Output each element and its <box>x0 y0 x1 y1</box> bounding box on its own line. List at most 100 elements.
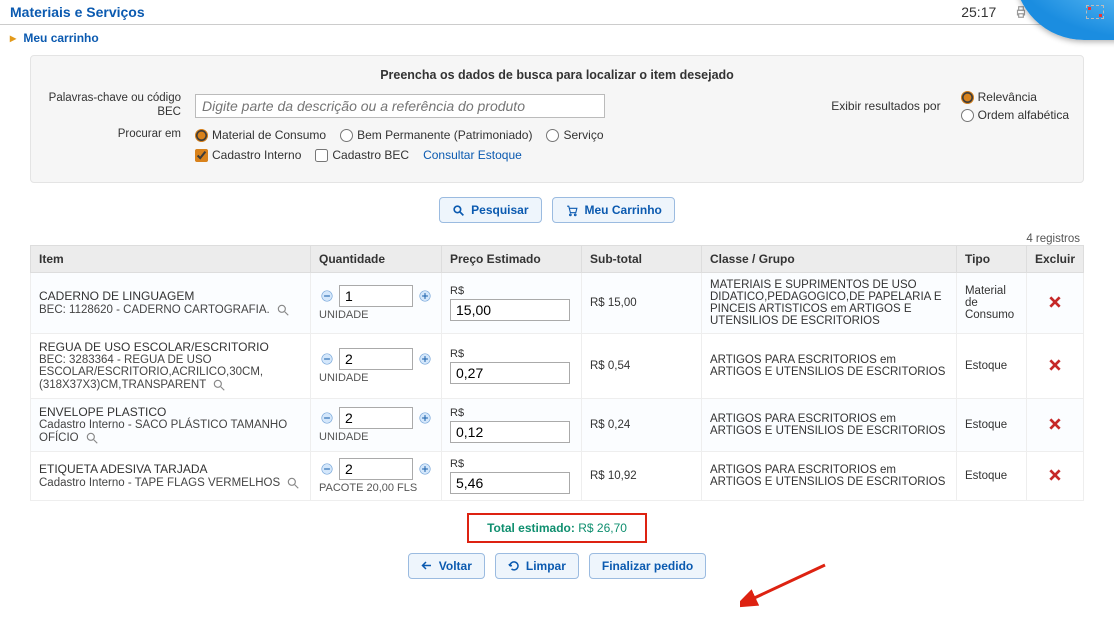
table-row: ETIQUETA ADESIVA TARJADA Cadastro Intern… <box>31 452 1084 501</box>
price-currency: R$ <box>450 407 573 419</box>
cell-qty: UNIDADE <box>311 334 442 399</box>
qty-input[interactable] <box>339 458 413 480</box>
qty-plus-button[interactable] <box>417 461 433 477</box>
link-consultar-estoque[interactable]: Consultar Estoque <box>423 148 522 162</box>
item-name: REGUA DE USO ESCOLAR/ESCRITORIO <box>39 340 302 354</box>
price-currency: R$ <box>450 348 573 360</box>
search-icon <box>452 204 465 217</box>
price-input[interactable] <box>450 421 570 443</box>
refresh-icon <box>508 560 520 572</box>
th-qtd: Quantidade <box>311 246 442 273</box>
delete-button[interactable] <box>1026 452 1083 501</box>
topbar: Materiais e Serviços 25:17 Imprimir <box>0 0 1114 25</box>
breadcrumb: ▸ Meu carrinho <box>0 25 1114 55</box>
qty-plus-button[interactable] <box>417 351 433 367</box>
price-currency: R$ <box>450 285 573 297</box>
total-label: Total estimado: <box>487 521 575 535</box>
session-timer: 25:17 <box>961 4 996 20</box>
chk-cadastro-bec[interactable]: Cadastro BEC <box>315 148 409 162</box>
price-input[interactable] <box>450 299 570 321</box>
qty-unit: UNIDADE <box>319 431 433 443</box>
price-input[interactable] <box>450 472 570 494</box>
opt-servico[interactable]: Serviço <box>546 128 603 142</box>
cell-classe: ARTIGOS PARA ESCRITORIOS em ARTIGOS E UT… <box>702 452 957 501</box>
voltar-button[interactable]: Voltar <box>408 553 485 579</box>
cell-qty: UNIDADE <box>311 273 442 334</box>
search-panel-title: Preencha os dados de busca para localiza… <box>45 64 1069 90</box>
cart-table: Item Quantidade Preço Estimado Sub-total… <box>30 245 1084 501</box>
item-sub: Cadastro Interno - TAPE FLAGS VERMELHOS <box>39 477 280 489</box>
qty-input[interactable] <box>339 407 413 429</box>
meu-carrinho-button[interactable]: Meu Carrinho <box>552 197 675 223</box>
order-relevancia[interactable]: Relevância <box>961 90 1069 104</box>
chk-cadastro-interno[interactable]: Cadastro Interno <box>195 148 301 162</box>
cell-subtotal: R$ 15,00 <box>582 273 702 334</box>
qty-input[interactable] <box>339 285 413 307</box>
qty-input[interactable] <box>339 348 413 370</box>
cart-icon <box>565 204 579 217</box>
qty-minus-button[interactable] <box>319 461 335 477</box>
search-panel: Preencha os dados de busca para localiza… <box>30 55 1084 183</box>
qty-minus-button[interactable] <box>319 288 335 304</box>
cell-subtotal: R$ 0,54 <box>582 334 702 399</box>
cell-qty: UNIDADE <box>311 399 442 452</box>
cell-tipo: Estoque <box>956 452 1026 501</box>
cell-classe: ARTIGOS PARA ESCRITORIOS em ARTIGOS E UT… <box>702 334 957 399</box>
qty-unit: PACOTE 20,00 FLS <box>319 482 433 494</box>
th-subtotal: Sub-total <box>582 246 702 273</box>
breadcrumb-arrow-icon: ▸ <box>10 31 16 45</box>
total-value: R$ 26,70 <box>578 521 627 535</box>
limpar-button[interactable]: Limpar <box>495 553 579 579</box>
opt-material-consumo[interactable]: Material de Consumo <box>195 128 326 142</box>
cell-classe: ARTIGOS PARA ESCRITORIOS em ARTIGOS E UT… <box>702 399 957 452</box>
results-order-label: Exibir resultados por <box>831 99 940 113</box>
delete-button[interactable] <box>1026 273 1083 334</box>
fullscreen-icon[interactable] <box>1086 5 1104 19</box>
delete-button[interactable] <box>1026 334 1083 399</box>
breadcrumb-label: Meu carrinho <box>23 31 98 45</box>
cell-item: CADERNO DE LINGUAGEM BEC: 1128620 - CADE… <box>31 273 311 334</box>
cell-qty: PACOTE 20,00 FLS <box>311 452 442 501</box>
magnifier-icon[interactable] <box>212 378 226 392</box>
table-row: REGUA DE USO ESCOLAR/ESCRITORIO BEC: 328… <box>31 334 1084 399</box>
pesquisar-button[interactable]: Pesquisar <box>439 197 541 223</box>
cell-price: R$ <box>442 399 582 452</box>
qty-minus-button[interactable] <box>319 351 335 367</box>
opt-bem-permanente[interactable]: Bem Permanente (Patrimoniado) <box>340 128 532 142</box>
back-arrow-icon <box>421 560 433 572</box>
cell-tipo: Material de Consumo <box>956 273 1026 334</box>
price-input[interactable] <box>450 362 570 384</box>
th-tipo: Tipo <box>956 246 1026 273</box>
delete-button[interactable] <box>1026 399 1083 452</box>
search-input[interactable] <box>195 94 605 118</box>
cell-subtotal: R$ 0,24 <box>582 399 702 452</box>
qty-unit: UNIDADE <box>319 309 433 321</box>
th-excluir: Excluir <box>1026 246 1083 273</box>
procurar-em-label: Procurar em <box>45 128 185 142</box>
item-name: ENVELOPE PLASTICO <box>39 405 302 419</box>
cell-price: R$ <box>442 273 582 334</box>
record-count: 4 registros <box>0 231 1114 245</box>
item-name: CADERNO DE LINGUAGEM <box>39 289 302 303</box>
finalizar-pedido-button[interactable]: Finalizar pedido <box>589 553 706 579</box>
page-title: Materiais e Serviços <box>10 4 961 20</box>
cell-price: R$ <box>442 452 582 501</box>
item-sub: BEC: 3283364 - REGUA DE USO ESCOLAR/ESCR… <box>39 354 263 391</box>
magnifier-icon[interactable] <box>276 303 290 317</box>
qty-minus-button[interactable] <box>319 410 335 426</box>
qty-plus-button[interactable] <box>417 288 433 304</box>
cell-item: ETIQUETA ADESIVA TARJADA Cadastro Intern… <box>31 452 311 501</box>
magnifier-icon[interactable] <box>85 431 99 445</box>
total-estimado-box: Total estimado: R$ 26,70 <box>467 513 647 543</box>
qty-unit: UNIDADE <box>319 372 433 384</box>
order-alfabetica[interactable]: Ordem alfabética <box>961 108 1069 122</box>
table-row: ENVELOPE PLASTICO Cadastro Interno - SAC… <box>31 399 1084 452</box>
cell-item: REGUA DE USO ESCOLAR/ESCRITORIO BEC: 328… <box>31 334 311 399</box>
qty-plus-button[interactable] <box>417 410 433 426</box>
magnifier-icon[interactable] <box>286 476 300 490</box>
cell-tipo: Estoque <box>956 399 1026 452</box>
th-item: Item <box>31 246 311 273</box>
cell-price: R$ <box>442 334 582 399</box>
cell-subtotal: R$ 10,92 <box>582 452 702 501</box>
item-sub: BEC: 1128620 - CADERNO CARTOGRAFIA. <box>39 304 270 316</box>
